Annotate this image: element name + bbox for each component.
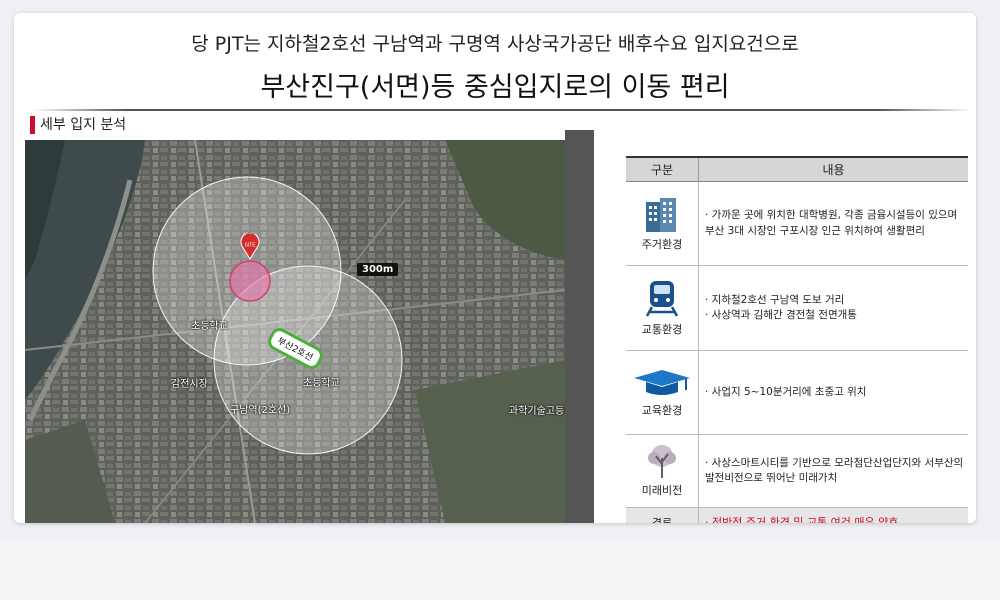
table-header: 구분 내용 <box>626 156 968 182</box>
row-content-line1: · 지하철2호선 구남역 도보 거리 <box>705 293 845 306</box>
map-graphic <box>25 140 565 523</box>
analysis-table: 구분 내용 주거환경 · 가까운 곳에 위치한 대학병원, 각종 금융시설등이 … <box>626 156 968 523</box>
headline-line2: 부산진구(서면)등 중심입지로의 이동 편리 <box>260 72 730 103</box>
headline-line1: 당 PJT는 지하철2호선 구남역과 구명역 사상국가공단 배후수요 입지요건으… <box>191 33 799 55</box>
table-row: 주거환경 · 가까운 곳에 위치한 대학병원, 각종 금융시설등이 있으며 부산… <box>626 181 968 266</box>
section-label: 세부 입지 분석 <box>28 116 126 134</box>
train-icon <box>645 281 679 317</box>
table-row: 교통환경 · 지하철2호선 구남역 도보 거리 · 사상역과 김해간 경전철 전… <box>626 265 968 351</box>
table-row: 미래비전 · 사상스마트시티를 기반으로 모라첨단산업단지와 서부산의 발전비전… <box>626 434 968 508</box>
row-content: · 가까운 곳에 위치한 대학병원, 각종 금융시설등이 있으며 부산 3대 시… <box>698 181 968 266</box>
map-label-school2: 초등학교 <box>303 378 340 389</box>
row-content: · 사업지 5~10분거리에 초중고 위치 <box>698 350 968 435</box>
site-pin-icon: SITE <box>237 234 263 260</box>
footer-band <box>0 540 1000 600</box>
row-content: · 사상스마트시티를 기반으로 모라첨단산업단지와 서부산의 발전비전으로 뛰어… <box>698 434 968 508</box>
graduation-cap-icon <box>634 369 690 395</box>
site-badge-text: SITE <box>244 243 256 249</box>
radius-label: 300m <box>357 263 399 276</box>
building-icon <box>646 197 676 232</box>
conclusion-content: · 전반적 주거 환경 및 교통 여건 매우 양호 <box>698 507 968 523</box>
header-content: 내용 <box>698 156 968 182</box>
table-row: 교육환경 · 사업지 5~10분거리에 초중고 위치 <box>626 350 968 435</box>
category-label: 주거환경 <box>641 237 683 251</box>
slide-card: 당 PJT는 지하철2호선 구남역과 구명역 사상국가공단 배후수요 입지요건으… <box>14 13 976 523</box>
map-label-station: 구남역(2호선) <box>230 405 291 416</box>
row-content-line2: · 사상역과 김해간 경전철 전면개통 <box>705 309 857 321</box>
category-label: 미래비전 <box>641 484 683 497</box>
conclusion-label: 결론 <box>626 507 699 523</box>
conclusion-row: 결론 · 전반적 주거 환경 및 교통 여건 매우 양호 <box>626 507 968 523</box>
category-label: 교통환경 <box>641 323 683 336</box>
map-label-highschool: 과학기술고등학교 <box>509 406 565 417</box>
divider <box>32 109 972 111</box>
tree-icon <box>648 445 676 478</box>
category-label: 교육환경 <box>641 403 683 417</box>
map-label-market: 감전시장 <box>171 379 208 390</box>
location-map: SITE 300m 부산2호선 초등학교 초등학교 감전시장 구남역(2호선) … <box>25 140 565 523</box>
header-category: 구분 <box>626 156 699 182</box>
map-edge <box>565 130 594 523</box>
map-label-school1: 초등학교 <box>191 321 228 332</box>
